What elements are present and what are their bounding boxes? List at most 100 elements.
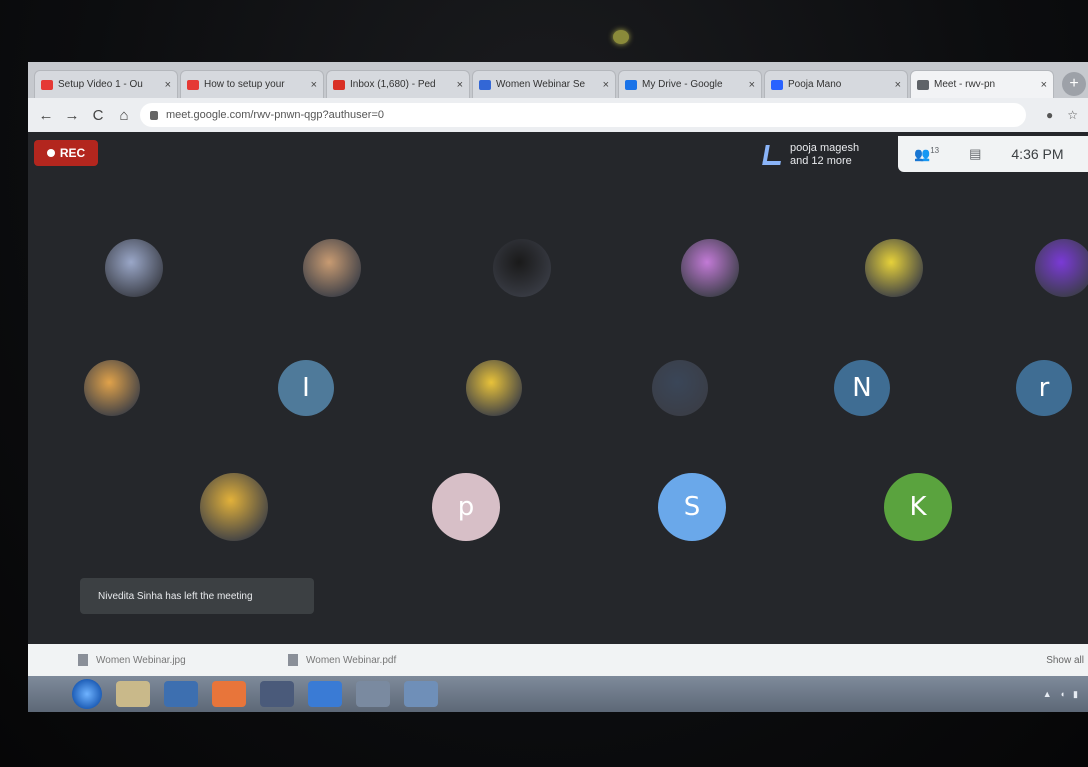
tab-favicon-icon	[41, 79, 53, 90]
participants-button[interactable]: 👥13	[914, 146, 939, 162]
download-item[interactable]: Women Webinar.jpg	[78, 654, 258, 666]
key-icon[interactable]: ●	[1046, 108, 1053, 122]
tab-close-icon[interactable]: ×	[165, 79, 171, 91]
tab-close-icon[interactable]: ×	[311, 79, 317, 91]
participant-avatar-photo[interactable]	[303, 239, 361, 297]
file-icon	[288, 654, 298, 666]
chat-icon[interactable]: ▤	[969, 146, 981, 162]
tab-favicon-icon	[187, 79, 199, 90]
tab-title: How to setup your	[204, 79, 285, 90]
downloads-bar: Women Webinar.jpg Women Webinar.pdf Show a…	[28, 644, 1088, 676]
tab-favicon-icon	[333, 79, 345, 90]
laptop-bezel: Setup Video 1 - Ou × How to setup your × Inb…	[0, 0, 1088, 767]
tab-close-icon[interactable]: ×	[457, 79, 463, 91]
virtual-box-icon[interactable]	[308, 681, 342, 707]
app-window-icon[interactable]	[404, 681, 438, 707]
address-text: meet.google.com/rwv-pnwn-qgp?authuser=0	[166, 109, 384, 121]
participant-avatar-photo[interactable]	[1035, 239, 1088, 297]
tab-favicon-icon	[625, 79, 637, 90]
browser-tab[interactable]: How to setup your ×	[180, 70, 324, 98]
tab-title: Pooja Mano	[788, 79, 842, 90]
media-player-icon[interactable]	[164, 681, 198, 707]
home-button[interactable]: ⌂	[114, 107, 134, 124]
left-meeting-toast: Nivedita Sinha has left the meeting	[80, 578, 314, 614]
rec-label: REC	[59, 146, 86, 160]
participant-avatar-photo[interactable]	[105, 239, 163, 297]
download-name: Women Webinar.pdf	[306, 654, 397, 666]
browser-tab[interactable]: My Drive - Google ×	[618, 70, 762, 98]
tab-title: Meet - rwv-pn	[934, 79, 996, 90]
address-bar[interactable]: meet.google.com/rwv-pnwn-qgp?authuser=0	[140, 103, 1026, 127]
browser-tab[interactable]: Setup Video 1 - Ou ×	[34, 70, 178, 98]
avatar-letter: r	[1038, 373, 1050, 403]
participant-avatar-photo[interactable]	[466, 360, 522, 416]
back-button[interactable]: ←	[36, 107, 56, 124]
meet-top-bar: 👥13 ▤ 4:36 PM	[898, 136, 1088, 172]
tab-close-icon[interactable]: ×	[749, 79, 755, 91]
participant-avatar-photo[interactable]	[865, 239, 923, 297]
windows-taskbar: ▲ ◖ ▮	[28, 676, 1088, 712]
avatar-letter: K	[909, 492, 927, 522]
volume-icon[interactable]: ◖	[1060, 689, 1065, 700]
participant-avatar-photo[interactable]	[84, 360, 140, 416]
participant-avatar-photo[interactable]	[493, 239, 551, 297]
tab-strip: Setup Video 1 - Ou × How to setup your × Inb…	[28, 62, 1088, 98]
participant-avatar-letter[interactable]: S	[658, 473, 726, 541]
chrome-icon[interactable]	[356, 681, 390, 707]
presenter-indicator[interactable]: pooja magesh and 12 more	[762, 142, 860, 168]
participant-avatar-letter[interactable]: r	[1016, 360, 1072, 416]
presenting-icon	[762, 145, 784, 165]
new-tab-button[interactable]: +	[1062, 72, 1086, 96]
record-dot-icon	[46, 149, 55, 157]
avatar-letter: I	[302, 373, 310, 403]
tab-close-icon[interactable]: ×	[1041, 79, 1047, 91]
avatar-letter: S	[683, 492, 701, 522]
clock: 4:36 PM	[1011, 146, 1064, 162]
avatar-letter: N	[852, 373, 872, 403]
show-all-downloads[interactable]: Show all	[1046, 655, 1084, 666]
browser-tab[interactable]: Pooja Mano ×	[764, 70, 908, 98]
tab-favicon-icon	[771, 79, 783, 90]
system-tray: ▲ ◖ ▮	[1043, 689, 1078, 700]
recording-badge: REC	[34, 140, 98, 166]
screen: Setup Video 1 - Ou × How to setup your × Inb…	[28, 62, 1088, 712]
webcam	[613, 30, 629, 44]
tab-close-icon[interactable]: ×	[603, 79, 609, 91]
presenter-more: and 12 more	[790, 155, 852, 167]
download-item[interactable]: Women Webinar.pdf	[288, 654, 468, 666]
avatar-letter: p	[457, 492, 475, 522]
file-explorer-icon[interactable]	[116, 681, 150, 707]
reload-button[interactable]: C	[88, 107, 108, 124]
participant-avatar-letter[interactable]: K	[884, 473, 952, 541]
tab-favicon-icon	[479, 79, 491, 90]
participant-avatar-letter[interactable]: p	[432, 473, 500, 541]
browser-toolbar: ← → C ⌂ meet.google.com/rwv-pnwn-qgp?aut…	[28, 98, 1088, 132]
browser-tab[interactable]: Meet - rwv-pn ×	[910, 70, 1054, 98]
participant-avatar-photo[interactable]	[200, 473, 268, 541]
participants-count: 13	[930, 145, 940, 155]
bookmark-star-icon[interactable]: ☆	[1067, 108, 1078, 122]
lock-icon	[150, 110, 158, 120]
tab-title: My Drive - Google	[642, 79, 723, 90]
battery-icon[interactable]: ▮	[1073, 689, 1078, 700]
browser-tab[interactable]: Inbox (1,680) - Ped ×	[326, 70, 470, 98]
participant-avatar-letter[interactable]: I	[278, 360, 334, 416]
media-icon[interactable]	[260, 681, 294, 707]
presenter-name: pooja magesh	[790, 142, 860, 154]
forward-button[interactable]: →	[62, 107, 82, 124]
download-name: Women Webinar.jpg	[96, 654, 186, 666]
tab-favicon-icon	[917, 79, 929, 90]
firefox-icon[interactable]	[212, 681, 246, 707]
participant-avatar-letter[interactable]: N	[834, 360, 890, 416]
file-icon	[78, 654, 88, 666]
tab-title: Women Webinar Se	[496, 79, 586, 90]
start-button[interactable]	[72, 679, 102, 709]
tab-close-icon[interactable]: ×	[895, 79, 901, 91]
network-icon[interactable]: ▲	[1043, 689, 1052, 700]
tab-title: Inbox (1,680) - Ped	[350, 79, 436, 90]
toast-text: Nivedita Sinha has left the meeting	[98, 590, 253, 602]
participant-avatar-photo[interactable]	[681, 239, 739, 297]
tab-title: Setup Video 1 - Ou	[58, 79, 143, 90]
participant-avatar-photo[interactable]	[652, 360, 708, 416]
browser-tab[interactable]: Women Webinar Se ×	[472, 70, 616, 98]
